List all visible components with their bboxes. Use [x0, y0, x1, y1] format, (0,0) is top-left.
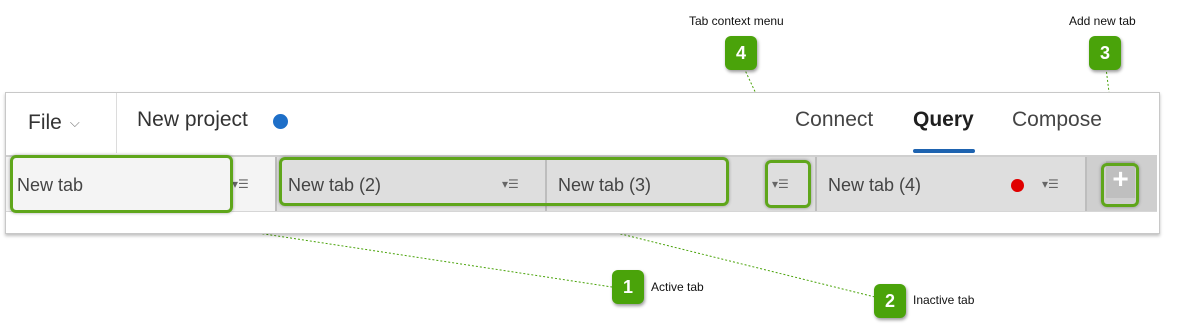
app-header: File ⌵ New project Connect Query Compose	[6, 93, 1159, 153]
tab-label: New tab (3)	[558, 175, 652, 195]
tab-bar: New tab ▾☰ New tab (2) ▾☰ New tab (3) ▾☰…	[6, 155, 1157, 211]
nav-tab-query[interactable]: Query	[913, 108, 974, 132]
callout-badge-4: 4	[725, 36, 757, 70]
tab-status-dot-icon	[1011, 179, 1024, 192]
nav-tab-compose[interactable]: Compose	[1012, 108, 1102, 132]
tab-new-tab[interactable]: New tab ▾☰	[6, 157, 277, 211]
tab-menu-icon[interactable]: ▾☰	[232, 177, 249, 191]
project-title[interactable]: New project	[137, 108, 248, 132]
tab-label: New tab (2)	[288, 175, 382, 195]
add-tab-button[interactable]: +	[1106, 161, 1135, 198]
callout-badge-3: 3	[1089, 36, 1121, 70]
callout-label-inactive-tab: Inactive tab	[913, 293, 975, 307]
project-status-dot-icon	[273, 114, 288, 129]
tab-menu-icon[interactable]: ▾☰	[1042, 177, 1059, 191]
callout-badge-1: 1	[612, 270, 644, 304]
callout-label-tab-context-menu: Tab context menu	[689, 14, 784, 28]
tab-label: New tab	[17, 175, 84, 195]
callout-badge-2: 2	[874, 284, 906, 318]
file-menu-label: File	[28, 111, 62, 134]
callout-label-active-tab: Active tab	[651, 280, 704, 294]
app-window: File ⌵ New project Connect Query Compose…	[5, 92, 1160, 234]
tab-label: New tab (4)	[828, 175, 922, 195]
chevron-down-icon: ⌵	[69, 115, 80, 130]
tab-new-tab-4[interactable]: New tab (4) ▾☰	[817, 157, 1087, 211]
tab-menu-icon[interactable]: ▾☰	[772, 177, 789, 191]
tab-new-tab-3[interactable]: New tab (3) ▾☰	[547, 157, 817, 211]
nav-active-indicator	[913, 149, 975, 153]
file-menu-button[interactable]: File ⌵	[6, 93, 117, 153]
callout-label-add-new-tab: Add new tab	[1069, 14, 1136, 28]
nav-tab-connect[interactable]: Connect	[795, 108, 873, 132]
tab-menu-icon[interactable]: ▾☰	[502, 177, 519, 191]
tab-content-area	[6, 211, 1157, 232]
tab-new-tab-2[interactable]: New tab (2) ▾☰	[277, 157, 547, 211]
